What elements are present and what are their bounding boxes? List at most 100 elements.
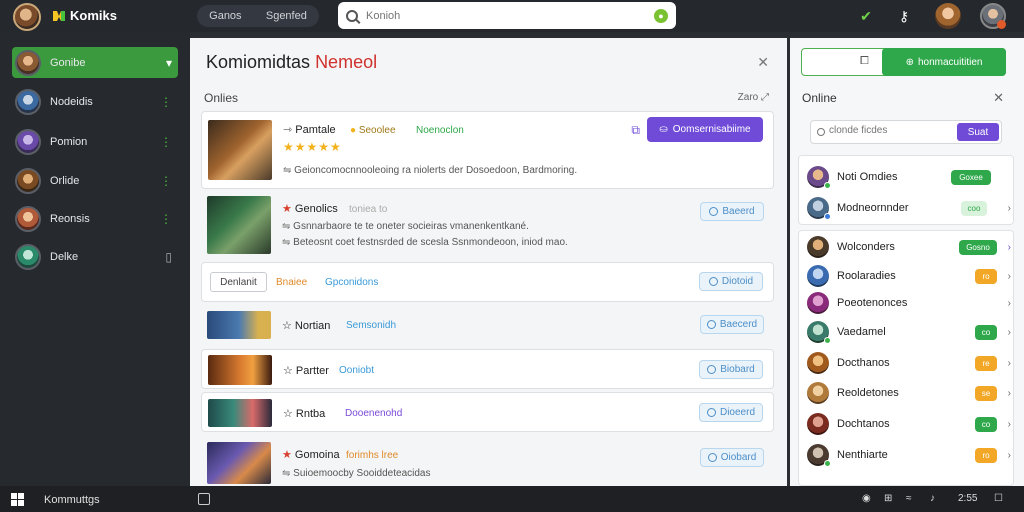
check-icon[interactable]: ✔ [856, 6, 876, 26]
info-icon [707, 365, 717, 374]
user-row[interactable]: Wolconders Gosno › [807, 233, 1011, 261]
user-row[interactable]: Dochtanos co › [807, 410, 1011, 438]
sidebar-item-gonibe[interactable]: Gonibe ▾ [12, 47, 178, 78]
game-thumbnail [208, 399, 272, 427]
more-icon: ⋮ [160, 134, 172, 149]
status-badge: ro [975, 268, 997, 284]
status-button[interactable]: Baeerd [700, 202, 764, 221]
avatar [15, 205, 41, 232]
list-item[interactable]: ☆ Partter Ooniobt Biobard [201, 349, 774, 389]
more-icon: ⋮ [160, 173, 172, 188]
user-row[interactable]: Nenthiarte ro › [807, 441, 1011, 469]
item-tag: Bnaiee [276, 277, 308, 288]
task-view-icon[interactable] [198, 493, 210, 505]
status-button[interactable]: Dioeerd [699, 403, 763, 422]
sidebar-item-label: Nodeidis [50, 95, 93, 108]
primary-action-button[interactable]: ⛀ Oomsernisabiime [647, 117, 763, 142]
user-row[interactable]: Noti Omdies Goxee [807, 163, 1011, 191]
friend-avatar[interactable] [935, 3, 961, 29]
friend-search-input[interactable] [829, 125, 949, 136]
volume-icon[interactable]: ♪ [930, 493, 935, 504]
status-badge: Gosno [959, 239, 997, 255]
sidebar-item-reonsis[interactable]: Reonsis ⋮ [12, 203, 178, 234]
search-button[interactable]: Suat [957, 123, 999, 141]
avatar [807, 321, 831, 344]
item-title: ☆ Partter [283, 365, 329, 377]
page-title: Komiomidtas Nemeol [206, 52, 378, 72]
list-item[interactable]: ⇾ Pamtale ● Seoolee Noenoclon ★★★★★ ⇋ Ge… [201, 111, 774, 189]
avatar [807, 352, 829, 374]
filter-chip[interactable]: Denlanit [210, 272, 267, 292]
item-tag: Dooenenohd [345, 408, 403, 419]
user-row[interactable]: Vaedamel co › [807, 318, 1011, 346]
user-avatar[interactable] [13, 3, 41, 31]
chevron-right-icon: › [1007, 297, 1011, 309]
notifications-icon[interactable]: ☐ [994, 493, 1003, 504]
share-icon[interactable]: ⧉ [631, 123, 640, 138]
sidebar-item-nodeidis[interactable]: Nodeidis ⋮ [12, 86, 178, 117]
user-row[interactable]: Docthanos re › [807, 349, 1011, 377]
search-icon [817, 128, 825, 136]
sidebar-item-orlide[interactable]: Orlide ⋮ [12, 165, 178, 196]
chevron-right-icon: › [1007, 270, 1011, 282]
search-bar[interactable]: ● [338, 2, 676, 29]
close-icon[interactable]: ✕ [993, 90, 1004, 106]
chevron-right-icon: › [1007, 357, 1011, 369]
clock[interactable]: 2:55 [958, 493, 977, 504]
top-tabs: Ganos Sgenfed [197, 5, 319, 27]
sidebar-item-pomion[interactable]: Pomion ⋮ [12, 126, 178, 157]
status-button[interactable]: Diotoid [699, 272, 763, 291]
tray-icon[interactable]: ≈ [906, 493, 912, 504]
sidebar-item-delke[interactable]: Delke ▯ [12, 241, 178, 272]
list-item[interactable]: ★ Gomoina forimhs lree ⇋ Suioemoocby Soo… [201, 438, 774, 484]
friend-search[interactable]: Suat [810, 120, 1002, 144]
list-item[interactable]: Denlanit Bnaiee Gpconidons Diotoid [201, 262, 774, 302]
add-friend-button[interactable]: ⊕ honmacuititien [882, 48, 1006, 76]
online-indicator [824, 213, 831, 220]
plus-icon: ⊕ [905, 56, 914, 68]
list-item[interactable]: ★ Genolics toniea to ⇋ Gsnnarbaore te te… [201, 193, 774, 261]
status-button[interactable]: Oiobard [700, 448, 764, 467]
message-icon[interactable]: ⧠ [860, 55, 869, 68]
avatar [15, 243, 41, 270]
network-icon[interactable]: ⊞ [884, 493, 892, 504]
profile-avatar[interactable] [980, 3, 1006, 29]
avatar [807, 444, 831, 467]
friends-list: Wolconders Gosno › Roolaradies ro › Poeo… [798, 230, 1014, 486]
info-icon [708, 277, 718, 286]
avatar [807, 413, 829, 435]
key-icon[interactable]: ⚷ [894, 6, 914, 26]
user-row[interactable]: Poeotenonces › [807, 289, 1011, 317]
user-row[interactable]: Modneornnder coo › [807, 194, 1011, 222]
avatar [807, 166, 831, 189]
status-badge: ro [975, 447, 997, 463]
browser-icon[interactable]: ◉ [862, 493, 871, 504]
item-desc: ⇋ Gsnnarbaore te te oneter socieiras vma… [282, 221, 529, 232]
item-title: ★ Gomoina [282, 449, 340, 461]
section-label: Onlies [204, 91, 239, 105]
item-sub: toniea to [349, 204, 388, 215]
close-icon[interactable]: ✕ [757, 54, 769, 71]
item-tag: Ooniobt [339, 365, 375, 376]
taskbar-app-label[interactable]: Kommuttgs [44, 494, 100, 506]
tab-ganos[interactable]: Ganos [209, 10, 241, 22]
list-item[interactable]: ☆ Rntba Dooenenohd Dioeerd [201, 392, 774, 432]
user-row[interactable]: Reoldetones se › [807, 379, 1011, 407]
friend-action-bar: ⧠ ⊕ honmacuititien [801, 48, 1006, 76]
status-badge: re [975, 355, 997, 371]
voice-icon[interactable]: ● [654, 8, 668, 23]
info-icon [707, 453, 717, 462]
windows-start-icon[interactable] [11, 493, 24, 506]
list-item[interactable]: ☆ Nortian Semsonidh Baecerd [201, 304, 774, 346]
status-button[interactable]: Biobard [699, 360, 763, 379]
online-indicator [824, 337, 831, 344]
sidebar-item-label: Pomion [50, 135, 88, 148]
sort-control[interactable]: Zaro ⤢ [738, 92, 769, 103]
sidebar-item-label: Orlide [50, 174, 80, 187]
tab-sgenfed[interactable]: Sgenfed [266, 10, 307, 22]
user-row[interactable]: Roolaradies ro › [807, 262, 1011, 290]
avatar [15, 49, 41, 76]
search-input[interactable] [366, 9, 654, 22]
status-button[interactable]: Baecerd [700, 315, 764, 334]
brand[interactable]: Komiks [52, 8, 117, 23]
